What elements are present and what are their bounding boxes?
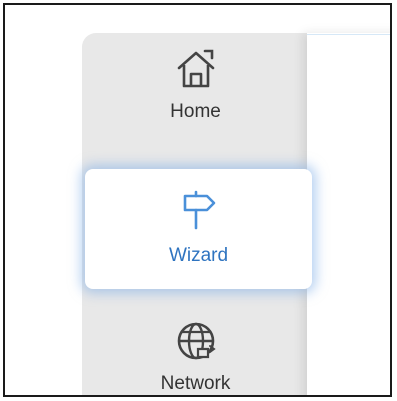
sidebar-item-label: Home <box>170 101 221 122</box>
sidebar-item-label: Wizard <box>168 245 229 266</box>
sidebar-item-home[interactable]: Home <box>82 47 309 157</box>
content-divider <box>307 34 390 35</box>
app-window: Home Wizard Network <box>3 3 392 397</box>
globe-network-icon <box>177 322 216 360</box>
sidebar-item-network[interactable]: Network <box>82 319 309 395</box>
main-content-panel <box>307 33 390 395</box>
sidebar-item-label: Network <box>160 373 231 394</box>
signpost-icon <box>183 190 215 230</box>
home-icon <box>177 49 214 88</box>
sidebar-item-wizard[interactable]: Wizard <box>85 169 312 289</box>
